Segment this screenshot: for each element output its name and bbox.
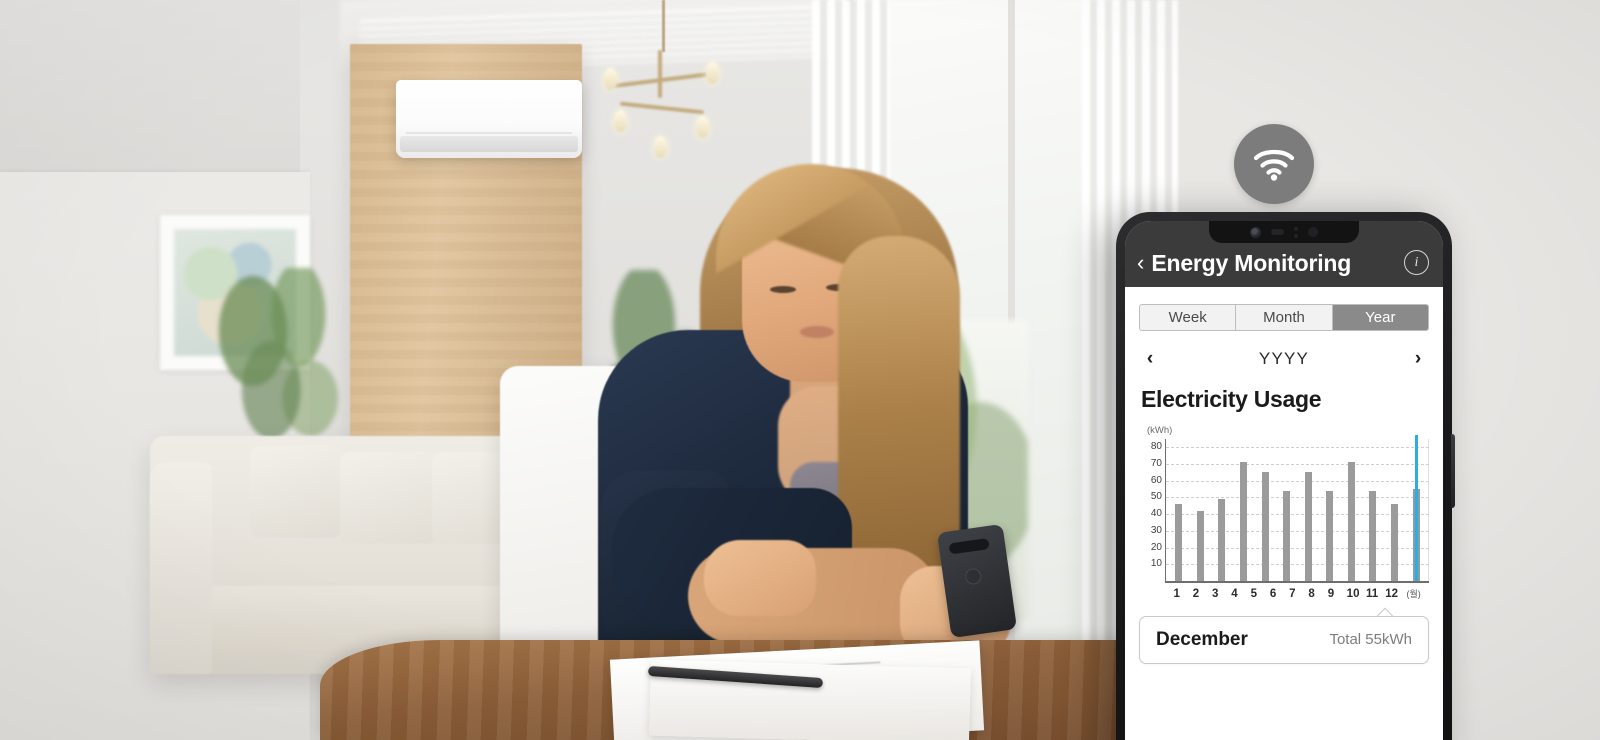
chandelier-arm [610,71,714,89]
tab-month[interactable]: Month [1236,305,1333,330]
chart-x-tick: 9 [1327,587,1335,600]
chart-y-unit-label: (kWh) [1147,425,1173,436]
wall-upper-section [0,0,300,175]
phone-notch [1209,221,1359,243]
chandelier [592,44,732,189]
chart-x-unit-label: (월) [1406,588,1421,599]
handheld-phone-fingerprint-sensor [964,567,983,586]
summary-section: December Total 55kWh [1139,615,1429,664]
chart-bars [1166,439,1429,581]
phone-screen: ‹ Energy Monitoring i Week Month Year ‹ … [1125,221,1443,740]
chart-x-tick: 1 [1173,587,1180,600]
sofa-cushion [250,446,342,538]
section-title: Electricity Usage [1141,386,1322,412]
chart-x-tick: 3 [1212,587,1219,600]
year-label: YYYY [1258,349,1310,368]
chart-x-tick: 4 [1231,587,1238,600]
chandelier-bulb [614,110,627,132]
proximity-sensor-icon [1308,227,1318,237]
wifi-icon [1234,124,1314,204]
phone-power-button[interactable] [1451,434,1455,508]
ac-seam [406,132,572,134]
electricity-usage-chart: (kWh) 80 70 60 50 40 30 20 10 1 2 3 4 5 6 7 8 9 10 11 12 (월… [1139,425,1429,600]
chart-y-tick: 30 [1150,524,1162,536]
chart-y-tick: 10 [1150,558,1162,570]
chart-bar[interactable] [1369,490,1377,581]
year-navigator: ‹ YYYY › [1141,346,1427,372]
chart-y-axis: 80 70 60 50 40 30 20 10 [1139,439,1165,581]
chart-bar[interactable] [1283,490,1291,581]
summary-total-label: Total 55kWh [1329,631,1412,649]
chart-x-baseline [1165,581,1429,583]
chart-plot [1165,435,1429,581]
chart-x-tick: 12 [1385,587,1399,600]
chart-bar[interactable] [1196,510,1204,581]
earpiece-speaker-icon [1271,229,1284,235]
chart-y-tick: 40 [1150,508,1162,520]
chart-y-tick: 70 [1150,458,1162,470]
chart-plot-area: 80 70 60 50 40 30 20 10 [1139,435,1429,581]
tab-week[interactable]: Week [1140,305,1237,330]
smartphone-mockup: ‹ Energy Monitoring i Week Month Year ‹ … [1116,212,1455,740]
chart-x-tick: 2 [1192,587,1200,600]
air-conditioner-unit [396,80,582,158]
chart-y-tick: 20 [1150,541,1162,553]
chandelier-stem [658,50,662,98]
person-left-hand [704,540,816,616]
chart-bar[interactable] [1326,490,1334,581]
chart-x-tick: 10 [1346,587,1360,600]
sofa-arm [150,462,212,674]
back-chevron-icon[interactable]: ‹ [1137,252,1144,274]
chart-x-tick: 5 [1250,587,1257,600]
chandelier-bulb [654,136,667,158]
sensor-dot [1294,226,1298,231]
chart-x-axis: 1 2 3 4 5 6 7 8 9 10 11 12 (월) [1165,587,1429,600]
chart-y-tick: 80 [1150,441,1162,453]
page-title: Energy Monitoring [1151,250,1352,276]
chart-x-tick: 6 [1269,587,1277,600]
chandelier-bulb [696,116,709,138]
chart-bar[interactable] [1304,472,1312,581]
prev-year-button[interactable]: ‹ [1141,348,1159,370]
chart-bar[interactable] [1261,472,1269,581]
period-segmented-control[interactable]: Week Month Year [1139,304,1429,331]
chart-bar[interactable] [1240,462,1248,581]
handheld-phone-camera [948,538,990,555]
next-year-button[interactable]: › [1409,348,1427,370]
chandelier-bulb [706,62,719,84]
chart-x-tick: 8 [1308,587,1315,600]
sensor-dots [1294,226,1298,238]
chart-y-tick: 50 [1150,491,1162,503]
chandelier-bulb [604,68,617,90]
chart-bar[interactable] [1218,499,1226,581]
sensor-dot [1294,233,1298,238]
chart-x-tick: 11 [1365,587,1379,600]
chandelier-arm [620,101,704,115]
month-summary-card[interactable]: December Total 55kWh [1139,615,1429,664]
chart-bar[interactable] [1175,504,1183,581]
front-camera-icon [1250,226,1261,238]
chart-y-tick: 60 [1150,474,1162,486]
chart-x-tick: 7 [1289,587,1296,600]
summary-month-label: December [1156,628,1248,650]
chart-bar[interactable] [1391,504,1399,581]
chart-highlight-line [1415,435,1418,581]
info-icon[interactable]: i [1404,250,1429,275]
ac-vent [400,136,578,152]
tab-year[interactable]: Year [1332,305,1428,330]
chart-bar[interactable] [1347,462,1355,581]
sofa-cushion [340,452,436,544]
